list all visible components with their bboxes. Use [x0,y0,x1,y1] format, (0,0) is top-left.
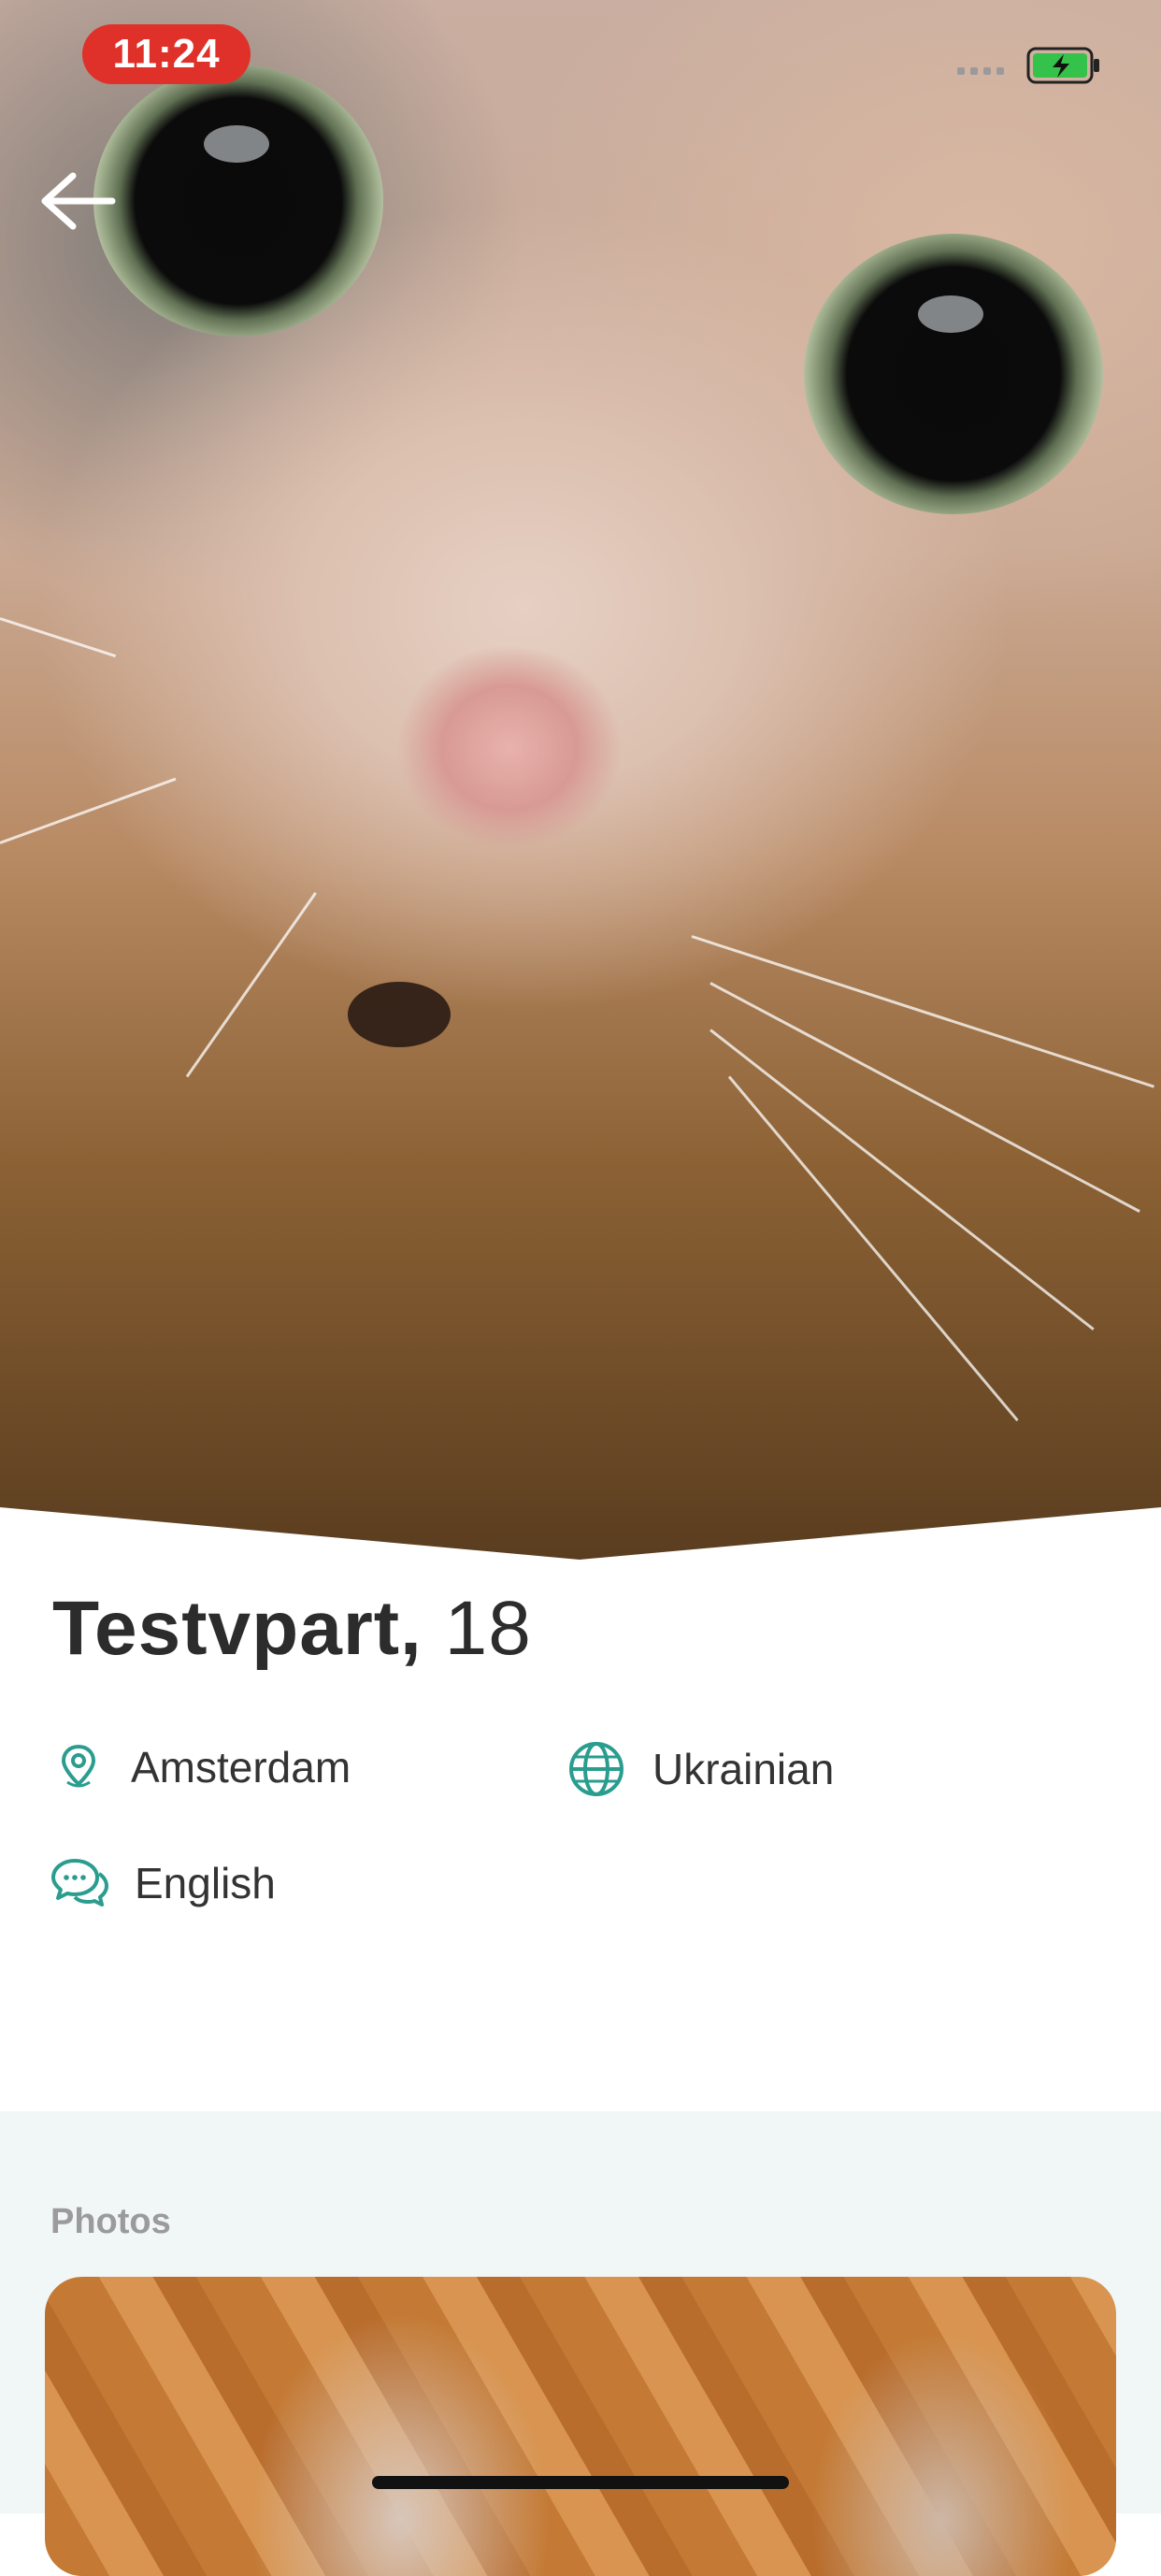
status-time: 11:24 [82,24,251,84]
signal-icon [957,67,1004,75]
photos-title: Photos [50,2202,171,2241]
home-indicator[interactable] [372,2476,789,2489]
nationality-attribute: Ukrainian [566,1739,834,1799]
profile-name-text: Testvpart, [52,1586,423,1671]
globe-icon [569,1742,624,1796]
cat-eye-left [93,65,383,337]
location-attribute: Amsterdam [52,1741,351,1793]
battery-charging-icon [1026,47,1099,84]
cat-eye-right [804,234,1103,514]
nationality-text: Ukrainian [652,1745,835,1793]
language-attribute: English [50,1855,276,1911]
photo-thumbnail[interactable] [45,2277,1116,2576]
profile-photo [0,0,1161,1560]
cat-mouth [348,982,451,1047]
profile-age: 18 [444,1586,532,1671]
chat-bubbles-icon [51,1859,108,1907]
profile-name: Testvpart, 18 [52,1585,532,1673]
language-text: English [135,1859,276,1907]
location-pin-icon [61,1744,96,1788]
back-arrow-icon[interactable] [37,168,122,234]
location-text: Amsterdam [131,1743,351,1792]
